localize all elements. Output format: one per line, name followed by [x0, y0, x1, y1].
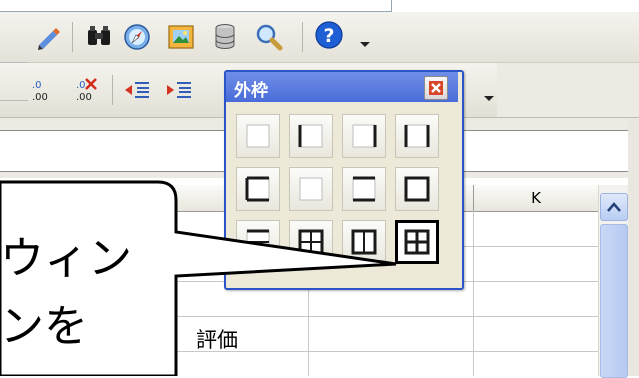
standard-toolbar: ?: [0, 12, 639, 63]
toolbar-empty-area: [497, 63, 639, 117]
top-strip-divider: [391, 0, 392, 12]
help-icon[interactable]: ?: [314, 20, 344, 50]
toolbar-overflow-arrow-2[interactable]: [484, 96, 494, 101]
toolbar-separator: [302, 22, 303, 52]
left-margin-line: [0, 100, 28, 101]
toolbar-separator: [72, 22, 73, 52]
border-option-right-border[interactable]: [342, 114, 386, 158]
scrollbar-thumb[interactable]: [600, 224, 628, 378]
edit-icon[interactable]: [34, 22, 64, 52]
svg-text:?: ?: [323, 25, 334, 47]
close-icon: [429, 81, 443, 95]
close-button[interactable]: [424, 76, 448, 100]
database-icon[interactable]: [210, 22, 240, 52]
border-right-border-icon: [352, 124, 377, 148]
svg-text:.00: .00: [76, 92, 92, 103]
border-left-right-border-icon: [404, 124, 430, 148]
left-margin-line: [0, 62, 28, 63]
delete-decimal-icon[interactable]: .0.00: [72, 75, 102, 105]
right-edge: [628, 118, 639, 376]
border-left-border-icon: [298, 124, 323, 148]
decrease-indent-icon[interactable]: [122, 75, 152, 105]
border-option-left-right-border[interactable]: [395, 114, 439, 158]
number-format-decimal-icon[interactable]: .0.00: [30, 75, 60, 105]
toolbar-overflow-arrow[interactable]: [360, 42, 370, 47]
callout-text-line2: ンを: [0, 301, 88, 352]
gallery-icon[interactable]: [166, 22, 196, 52]
svg-text:.0: .0: [76, 80, 86, 91]
scroll-up-button[interactable]: [600, 193, 628, 221]
toolbar-separator: [112, 75, 113, 105]
svg-text:.00: .00: [32, 92, 48, 103]
binoculars-icon[interactable]: [84, 22, 114, 52]
border-option-left-border[interactable]: [289, 114, 333, 158]
navigator-icon[interactable]: [122, 22, 152, 52]
borders-palette-title: 外枠: [234, 81, 268, 101]
zoom-icon[interactable]: [254, 22, 284, 52]
column-header-k[interactable]: K: [474, 185, 598, 211]
chevron-up-icon: [607, 202, 621, 212]
svg-text:.0: .0: [32, 80, 42, 91]
border-option-no-border[interactable]: [236, 114, 280, 158]
increase-indent-icon[interactable]: [164, 75, 194, 105]
border-no-border-icon: [246, 124, 270, 148]
callout-text-line1: ウィン: [0, 233, 132, 284]
